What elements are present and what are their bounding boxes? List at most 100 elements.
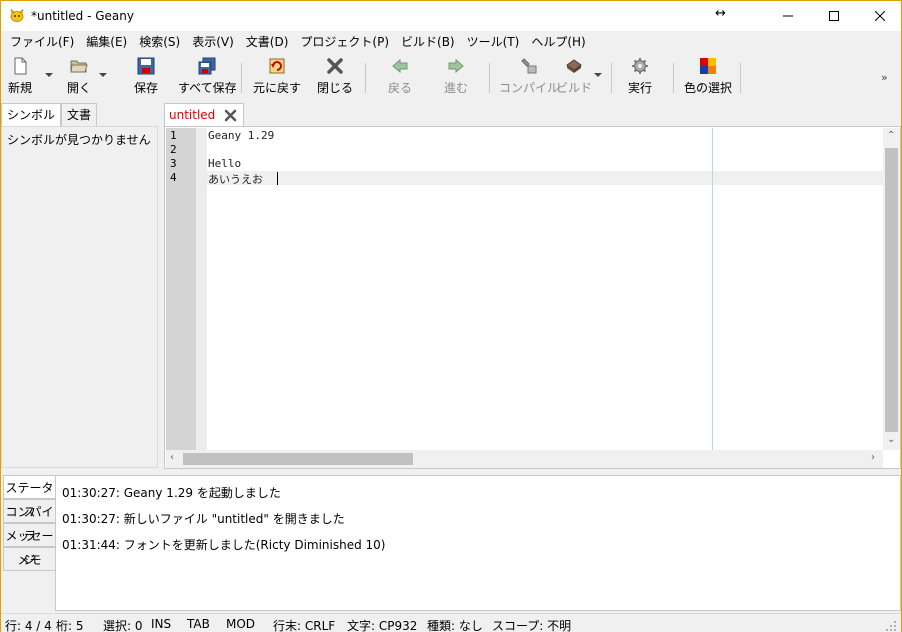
status-encoding: 文字: CP932 [347,619,418,632]
status-indent-mode: TAB [187,617,210,631]
tab-messages[interactable]: メッセージ [3,523,55,567]
status-modified: MOD [226,617,256,631]
document-tab-label: untitled [169,108,216,122]
menu-help[interactable]: ヘルプ(H) [525,32,591,52]
build-label: ビルド [556,81,593,95]
status-filetype: 種類: なし [427,619,483,632]
new-file-icon [14,57,27,75]
sidebar: シンボル 文書 シンボルが見つかりません [1,101,161,469]
tab-scribble[interactable]: メモ [3,547,55,571]
revert-label: 元に戻す [253,81,302,95]
fold-margin[interactable] [196,128,207,450]
toolbar-overflow-icon[interactable]: » [881,71,888,84]
close-file-button[interactable]: 閉じる [317,57,353,97]
new-label: 新規 [8,81,33,95]
status-insert-mode: INS [151,617,172,631]
build-bricks-icon [566,59,582,73]
revert-button[interactable]: 元に戻す [253,57,301,97]
current-line-highlight [207,171,883,185]
text-caret [277,172,278,185]
scroll-right-icon[interactable]: › [871,452,875,463]
close-window-button[interactable] [857,1,902,31]
open-button[interactable]: 開く [67,57,91,97]
status-column: 桁: 5 [56,619,84,632]
maximize-button[interactable] [811,1,857,31]
title-bar[interactable]: *untitled - Geany ↔ [1,1,901,31]
app-window: *untitled - Geany ↔ ファイル(F) 編集(E) 検索(S) … [0,0,902,632]
menu-tools[interactable]: ツール(T) [461,32,526,52]
resize-grip-icon[interactable] [885,620,897,632]
save-all-button[interactable]: すべて保存 [178,57,237,97]
line-number: 3 [170,157,177,170]
revert-icon [269,58,285,74]
run-button[interactable]: 実行 [628,57,652,97]
menu-bar: ファイル(F) 編集(E) 検索(S) 表示(V) 文書(D) プロジェクト(P… [1,31,901,53]
toolbar-separator [740,63,741,93]
code-line[interactable]: あいうえお [208,171,263,187]
message-tabs: ステータス コンパイラ メッセージ メモ [3,475,55,571]
toolbar-separator [489,63,490,93]
minimize-icon [783,15,793,17]
status-bar: 行: 4 / 4 桁: 5 選択: 0 INS TAB MOD 行末: CRLF… [1,613,901,632]
message-window: ステータス コンパイラ メッセージ メモ 01:30:27: Geany 1.2… [1,473,901,613]
menu-document[interactable]: 文書(D) [240,32,295,52]
code-line[interactable]: Hello [208,157,241,170]
save-button[interactable]: 保存 [134,57,158,97]
no-symbols-message: シンボルが見つかりません [7,133,151,147]
minimize-button[interactable] [765,1,811,31]
long-line-marker [712,128,713,450]
resize-hint-icon: ↔ [715,6,726,21]
toolbar-separator [365,63,366,93]
run-label: 実行 [628,81,653,95]
line-number: 4 [170,171,177,184]
build-dropdown-arrow[interactable] [594,73,602,77]
sidebar-tabs: シンボル 文書 [1,103,98,127]
menu-build[interactable]: ビルド(B) [395,32,461,52]
save-icon [137,57,155,75]
back-button[interactable]: 戻る [388,57,412,97]
line-number: 1 [170,129,177,142]
vertical-scrollbar[interactable]: ⌃ ⌄ [883,128,900,450]
vertical-scroll-thumb[interactable] [885,148,898,432]
color-palette-icon [700,58,716,74]
tab-status[interactable]: ステータス [3,475,55,519]
menu-file[interactable]: ファイル(F) [4,32,80,52]
back-arrow-icon [392,58,408,74]
status-line-ending: 行末: CRLF [273,619,336,632]
tab-symbols[interactable]: シンボル [1,103,62,127]
tab-documents[interactable]: 文書 [61,103,98,127]
horizontal-scroll-thumb[interactable] [183,453,413,465]
document-tab-untitled[interactable]: untitled [164,103,245,127]
open-label: 開く [67,81,92,95]
scroll-down-icon[interactable]: ⌄ [887,434,895,445]
compile-icon [521,58,537,74]
new-button[interactable]: 新規 [8,57,32,97]
save-label: 保存 [134,81,159,95]
menu-view[interactable]: 表示(V) [186,32,240,52]
horizontal-scrollbar[interactable]: ‹ › [166,450,883,468]
log-line: 01:31:44: フォントを更新しました(Ricty Diminished 1… [62,538,386,552]
log-line: 01:30:27: 新しいファイル "untitled" を開きました [62,512,345,526]
code-line[interactable]: Geany 1.29 [208,129,274,142]
menu-search[interactable]: 検索(S) [133,32,186,52]
compile-button[interactable]: コンパイル [499,57,559,97]
build-button[interactable]: ビルド [556,57,592,97]
open-folder-icon [70,60,88,73]
status-scope: スコープ: 不明 [492,619,572,632]
menu-edit[interactable]: 編集(E) [80,32,133,52]
save-all-icon [198,57,216,75]
scroll-left-icon[interactable]: ‹ [170,452,174,463]
forward-button[interactable]: 進む [444,57,468,97]
maximize-icon [829,11,839,21]
menu-project[interactable]: プロジェクト(P) [294,32,395,52]
scroll-up-icon[interactable]: ⌃ [887,130,895,141]
gear-icon [632,58,648,74]
close-tab-icon[interactable] [224,109,237,122]
line-number: 2 [170,143,177,156]
code-editor[interactable]: 1 2 3 4 Geany 1.29 Hello あいうえお ⌃ ⌄ ‹ › [164,126,901,469]
new-dropdown-arrow[interactable] [45,73,53,77]
open-dropdown-arrow[interactable] [99,73,107,77]
geany-logo-icon [10,9,24,22]
color-chooser-button[interactable]: 色の選択 [684,57,732,97]
tab-compiler[interactable]: コンパイラ [3,499,55,543]
